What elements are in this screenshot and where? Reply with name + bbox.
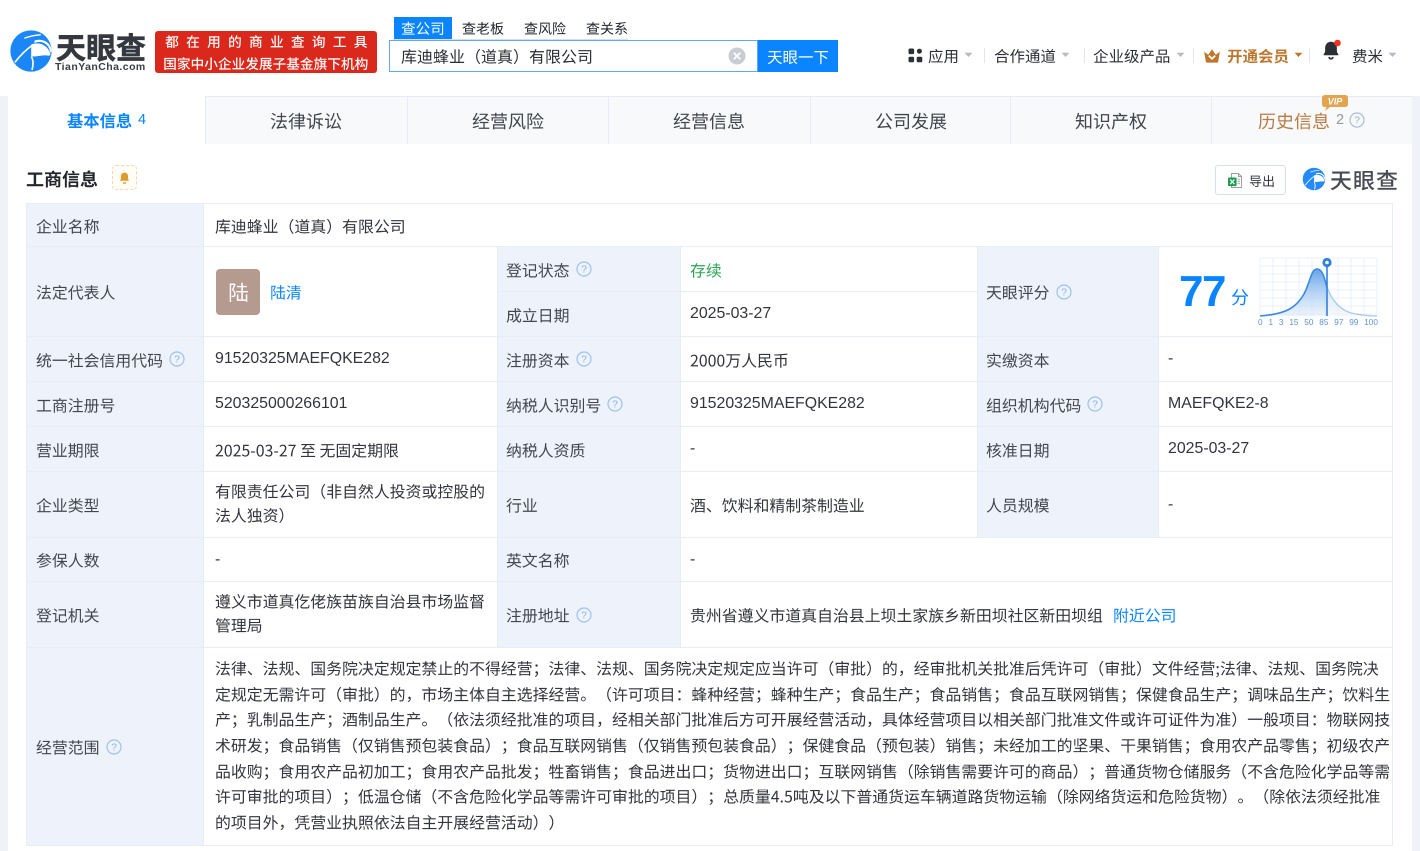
svg-text:?: ?	[581, 264, 587, 276]
svg-text:?: ?	[1061, 286, 1067, 298]
svg-text:?: ?	[1092, 399, 1098, 411]
svg-text:VIP: VIP	[1328, 97, 1344, 107]
svg-text:?: ?	[1354, 115, 1360, 127]
svg-text:?: ?	[581, 609, 587, 621]
svg-text:?: ?	[612, 399, 618, 411]
svg-text:?: ?	[174, 354, 180, 366]
svg-text:?: ?	[111, 741, 117, 753]
svg-text:?: ?	[581, 354, 587, 366]
